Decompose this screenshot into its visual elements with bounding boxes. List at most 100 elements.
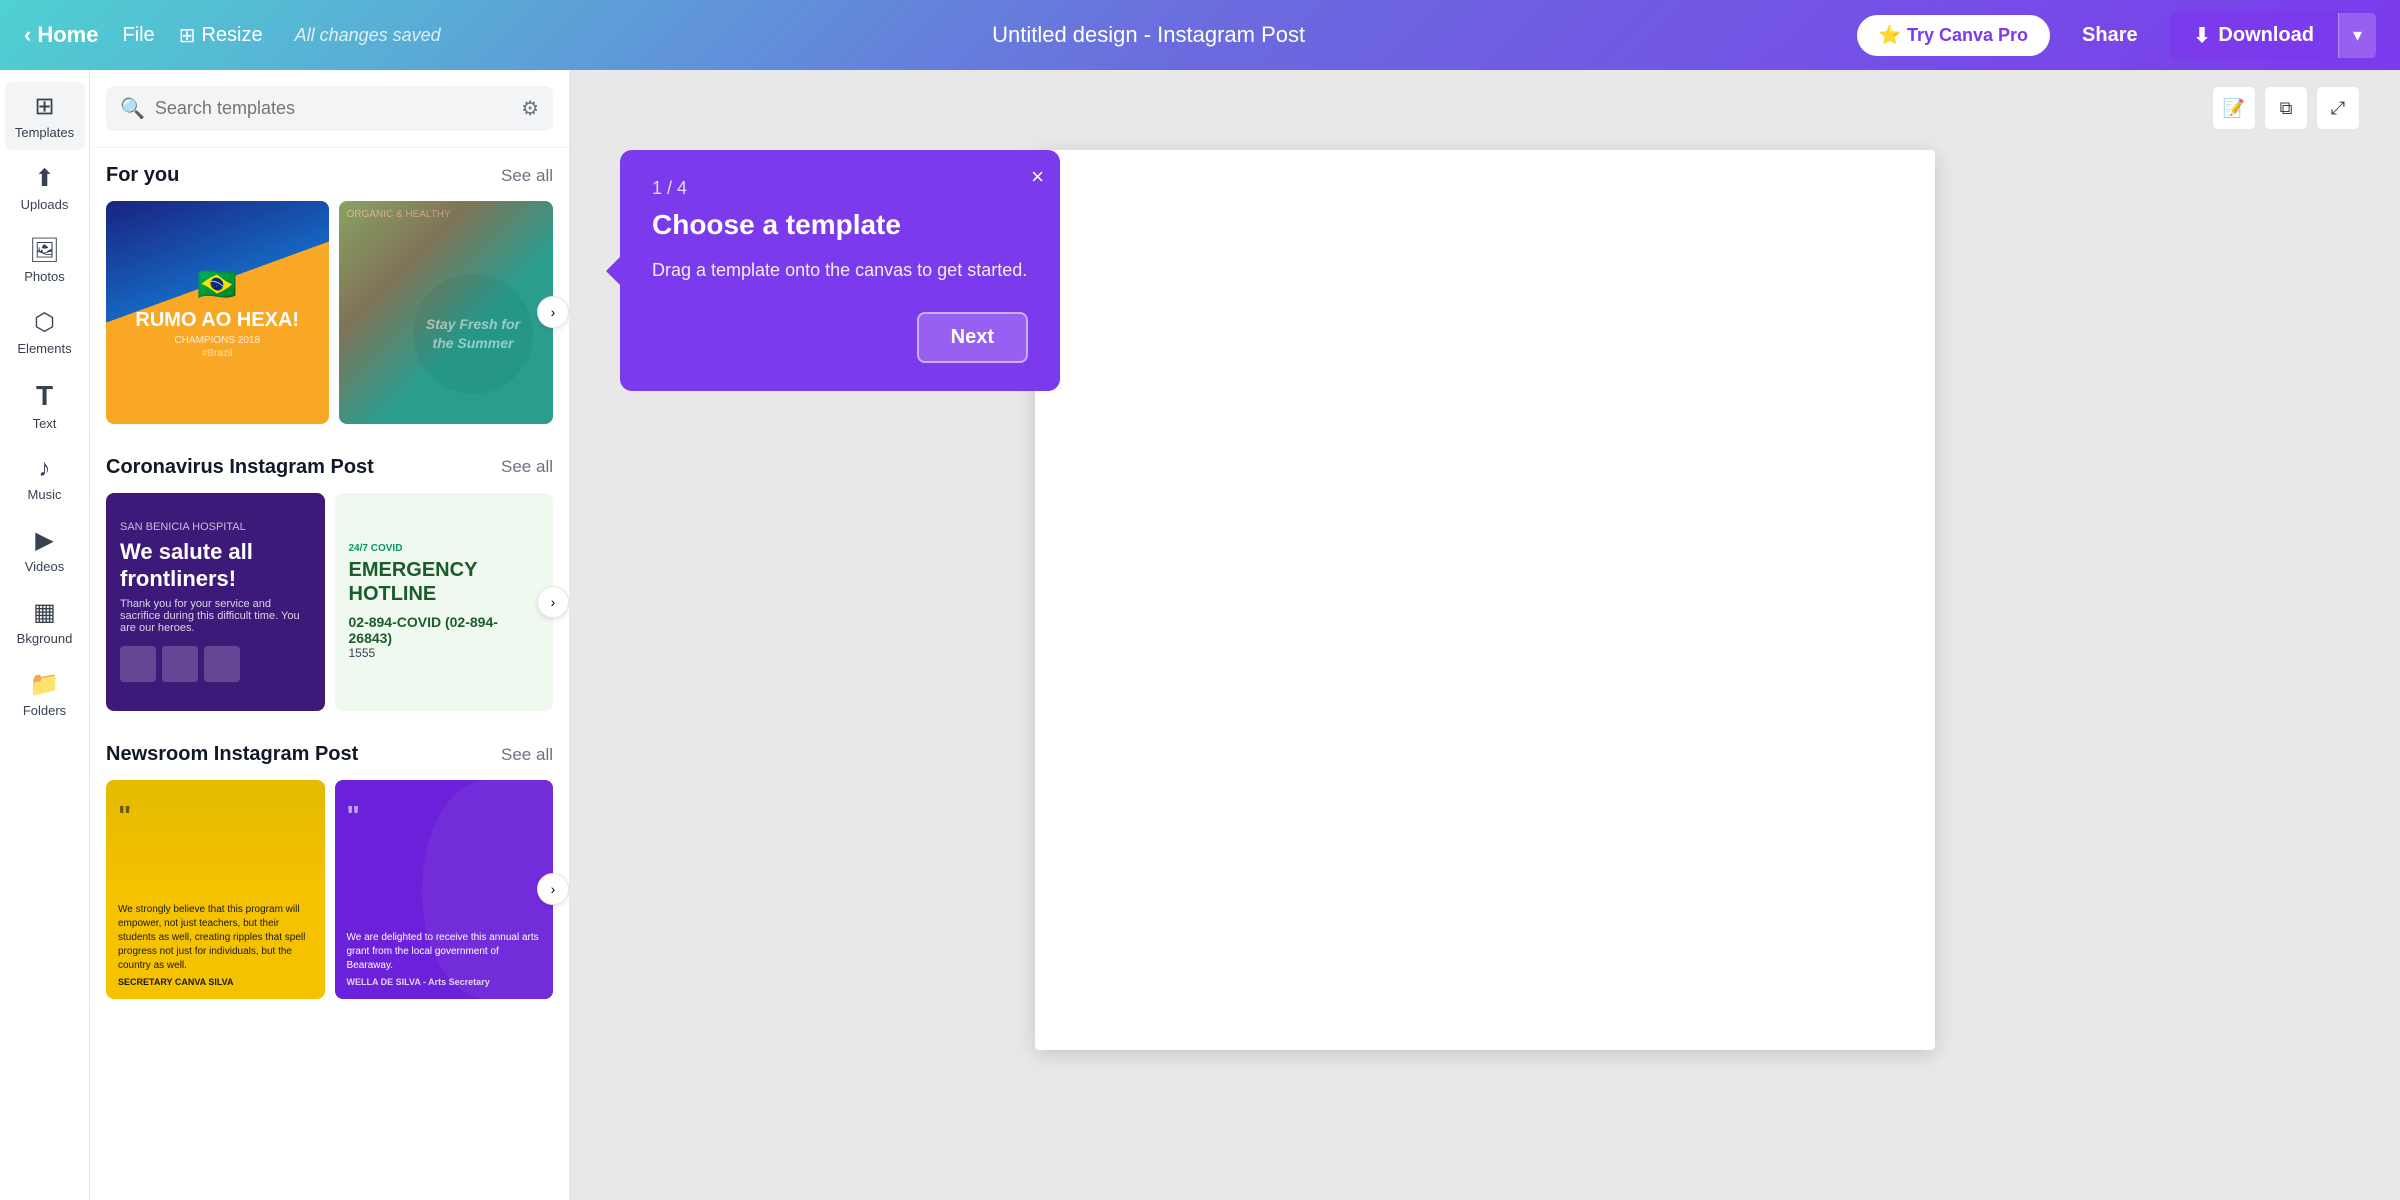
brazil-hashtag: #Brazil bbox=[202, 348, 233, 359]
expand-icon: ⤢ bbox=[2331, 98, 2345, 119]
search-container: 🔍 ⚙ bbox=[90, 70, 569, 148]
covid-hotline: 02-894-COVID (02-894-26843) bbox=[349, 614, 540, 646]
uploads-icon: ⬆ bbox=[34, 164, 54, 193]
fresh-template-card[interactable]: ORGANIC & HEALTHY Stay Fresh for the Sum… bbox=[339, 201, 554, 424]
sidebar-item-background[interactable]: ▦ Bkground bbox=[5, 588, 85, 656]
newsroom-section: Newsroom Instagram Post See all " We str… bbox=[90, 727, 569, 1015]
sidebar-item-elements[interactable]: ⬡ Elements bbox=[5, 298, 85, 366]
sidebar-item-music[interactable]: ♪ Music bbox=[5, 445, 85, 512]
news-author-2: WELLA DE SILVA - Arts Secretary bbox=[347, 977, 542, 987]
download-label: Download bbox=[2218, 24, 2314, 47]
background-icon: ▦ bbox=[33, 598, 56, 627]
for-you-carousel-next[interactable]: › bbox=[537, 296, 569, 328]
brazil-sub: CHAMPIONS 2018 bbox=[174, 335, 260, 346]
try-pro-button[interactable]: ⭐ Try Canva Pro bbox=[1857, 15, 2050, 56]
tooltip-arrow bbox=[606, 257, 620, 285]
news-quote-mark: " bbox=[118, 800, 131, 832]
brazil-flag: 🇧🇷 bbox=[197, 265, 237, 303]
sidebar-item-folders[interactable]: 📁 Folders bbox=[5, 660, 85, 728]
file-menu[interactable]: File bbox=[122, 24, 154, 47]
copy-tool-button[interactable]: ⧉ bbox=[2264, 86, 2308, 130]
sidebar-item-templates[interactable]: ⊞ Templates bbox=[5, 82, 85, 150]
coronavirus-header: Coronavirus Instagram Post See all bbox=[106, 456, 553, 479]
notes-icon: 📝 bbox=[2223, 98, 2245, 119]
try-pro-label: Try Canva Pro bbox=[1907, 25, 2028, 46]
copy-icon: ⧉ bbox=[2280, 98, 2293, 119]
left-sidebar: ⊞ Templates ⬆ Uploads 🖼 Photos ⬡ Element… bbox=[0, 70, 90, 1200]
fresh-bg bbox=[339, 201, 554, 424]
sidebar-item-uploads[interactable]: ⬆ Uploads bbox=[5, 154, 85, 222]
sidebar-label-folders: Folders bbox=[23, 703, 66, 718]
search-bar: 🔍 ⚙ bbox=[106, 86, 553, 131]
chevron-left-icon: ‹ bbox=[24, 22, 31, 48]
news-template-card-2[interactable]: " We are delighted to receive this annua… bbox=[335, 780, 554, 999]
covid-figure-3 bbox=[204, 646, 240, 682]
covid-template-card-2[interactable]: 24/7 COVID EMERGENCY HOTLINE 02-894-COVI… bbox=[335, 493, 554, 712]
download-button-group: ⬇ Download ▾ bbox=[2170, 11, 2376, 60]
sidebar-label-videos: Videos bbox=[25, 559, 65, 574]
expand-tool-button[interactable]: ⤢ bbox=[2316, 86, 2360, 130]
newsroom-title: Newsroom Instagram Post bbox=[106, 743, 358, 766]
sidebar-item-text[interactable]: T Text bbox=[5, 370, 85, 441]
tooltip-step: 1 / 4 bbox=[652, 178, 1028, 199]
coronavirus-see-all[interactable]: See all bbox=[501, 457, 553, 477]
for-you-section: For you See all 🇧🇷 RUMO AO HEXA! CHAMPIO… bbox=[90, 148, 569, 440]
header: ‹ Home File ⊞ Resize All changes saved U… bbox=[0, 0, 2400, 70]
folders-icon: 📁 bbox=[30, 670, 60, 699]
home-label: Home bbox=[37, 22, 98, 48]
for-you-title: For you bbox=[106, 164, 179, 187]
covid-emergency-title: EMERGENCY HOTLINE bbox=[349, 558, 540, 606]
covid-figure-1 bbox=[120, 646, 156, 682]
resize-button[interactable]: ⊞ Resize bbox=[179, 23, 263, 48]
sidebar-label-music: Music bbox=[28, 487, 62, 502]
news-bg-overlay bbox=[106, 780, 325, 889]
news-quote-2: We are delighted to receive this annual … bbox=[347, 931, 542, 973]
covid-hospital: SAN BENICIA HOSPITAL bbox=[120, 521, 311, 533]
notes-tool-button[interactable]: 📝 bbox=[2212, 86, 2256, 130]
news-quote-1: We strongly believe that this program wi… bbox=[118, 903, 313, 973]
sidebar-label-uploads: Uploads bbox=[21, 197, 69, 212]
tooltip-next-button[interactable]: Next bbox=[917, 312, 1028, 363]
sidebar-label-photos: Photos bbox=[24, 269, 64, 284]
templates-icon: ⊞ bbox=[34, 92, 54, 121]
tooltip-close-button[interactable]: × bbox=[1031, 164, 1044, 190]
resize-label: Resize bbox=[201, 24, 262, 47]
home-button[interactable]: ‹ Home bbox=[24, 22, 98, 48]
download-dropdown-button[interactable]: ▾ bbox=[2338, 13, 2376, 58]
music-icon: ♪ bbox=[39, 455, 51, 483]
elements-icon: ⬡ bbox=[34, 308, 55, 337]
coronavirus-grid: SAN BENICIA HOSPITAL We salute all front… bbox=[106, 493, 553, 712]
sidebar-label-text: Text bbox=[33, 416, 57, 431]
for-you-see-all[interactable]: See all bbox=[501, 166, 553, 186]
tooltip-popup: × 1 / 4 Choose a template Drag a templat… bbox=[620, 150, 1060, 391]
brazil-template-card[interactable]: 🇧🇷 RUMO AO HEXA! CHAMPIONS 2018 #Brazil bbox=[106, 201, 329, 424]
newsroom-see-all[interactable]: See all bbox=[501, 745, 553, 765]
covid-figures bbox=[120, 646, 311, 682]
newsroom-carousel-next[interactable]: › bbox=[537, 873, 569, 905]
share-button[interactable]: Share bbox=[2066, 16, 2154, 55]
search-icon: 🔍 bbox=[120, 96, 145, 121]
newsroom-grid: " We strongly believe that this program … bbox=[106, 780, 553, 999]
search-input[interactable] bbox=[155, 98, 511, 119]
document-title: Untitled design - Instagram Post bbox=[441, 22, 1857, 48]
coronavirus-carousel-next[interactable]: › bbox=[537, 586, 569, 618]
news-template-card-1[interactable]: " We strongly believe that this program … bbox=[106, 780, 325, 999]
sidebar-item-photos[interactable]: 🖼 Photos bbox=[5, 226, 85, 294]
canvas-area: 📝 ⧉ ⤢ × 1 / 4 Choose a template Drag a t… bbox=[570, 70, 2400, 1200]
filter-icon[interactable]: ⚙ bbox=[521, 96, 539, 121]
for-you-grid: 🇧🇷 RUMO AO HEXA! CHAMPIONS 2018 #Brazil … bbox=[106, 201, 553, 424]
news-quote-mark-2: " bbox=[347, 800, 360, 832]
videos-icon: ▶ bbox=[35, 526, 53, 555]
brazil-title: RUMO AO HEXA! bbox=[135, 309, 299, 331]
sidebar-label-templates: Templates bbox=[15, 125, 74, 140]
covid-number: 1555 bbox=[349, 646, 540, 660]
coronavirus-section: Coronavirus Instagram Post See all SAN B… bbox=[90, 440, 569, 728]
sidebar-item-videos[interactable]: ▶ Videos bbox=[5, 516, 85, 584]
covid-salute: We salute all frontliners! bbox=[120, 539, 311, 592]
download-icon: ⬇ bbox=[2194, 23, 2211, 48]
download-button[interactable]: ⬇ Download bbox=[2170, 11, 2338, 60]
text-icon: T bbox=[36, 380, 53, 412]
covid-template-card-1[interactable]: SAN BENICIA HOSPITAL We salute all front… bbox=[106, 493, 325, 712]
templates-panel: 🔍 ⚙ For you See all 🇧🇷 RUMO AO HEXA! CHA… bbox=[90, 70, 570, 1200]
canvas-page bbox=[1035, 150, 1935, 1050]
